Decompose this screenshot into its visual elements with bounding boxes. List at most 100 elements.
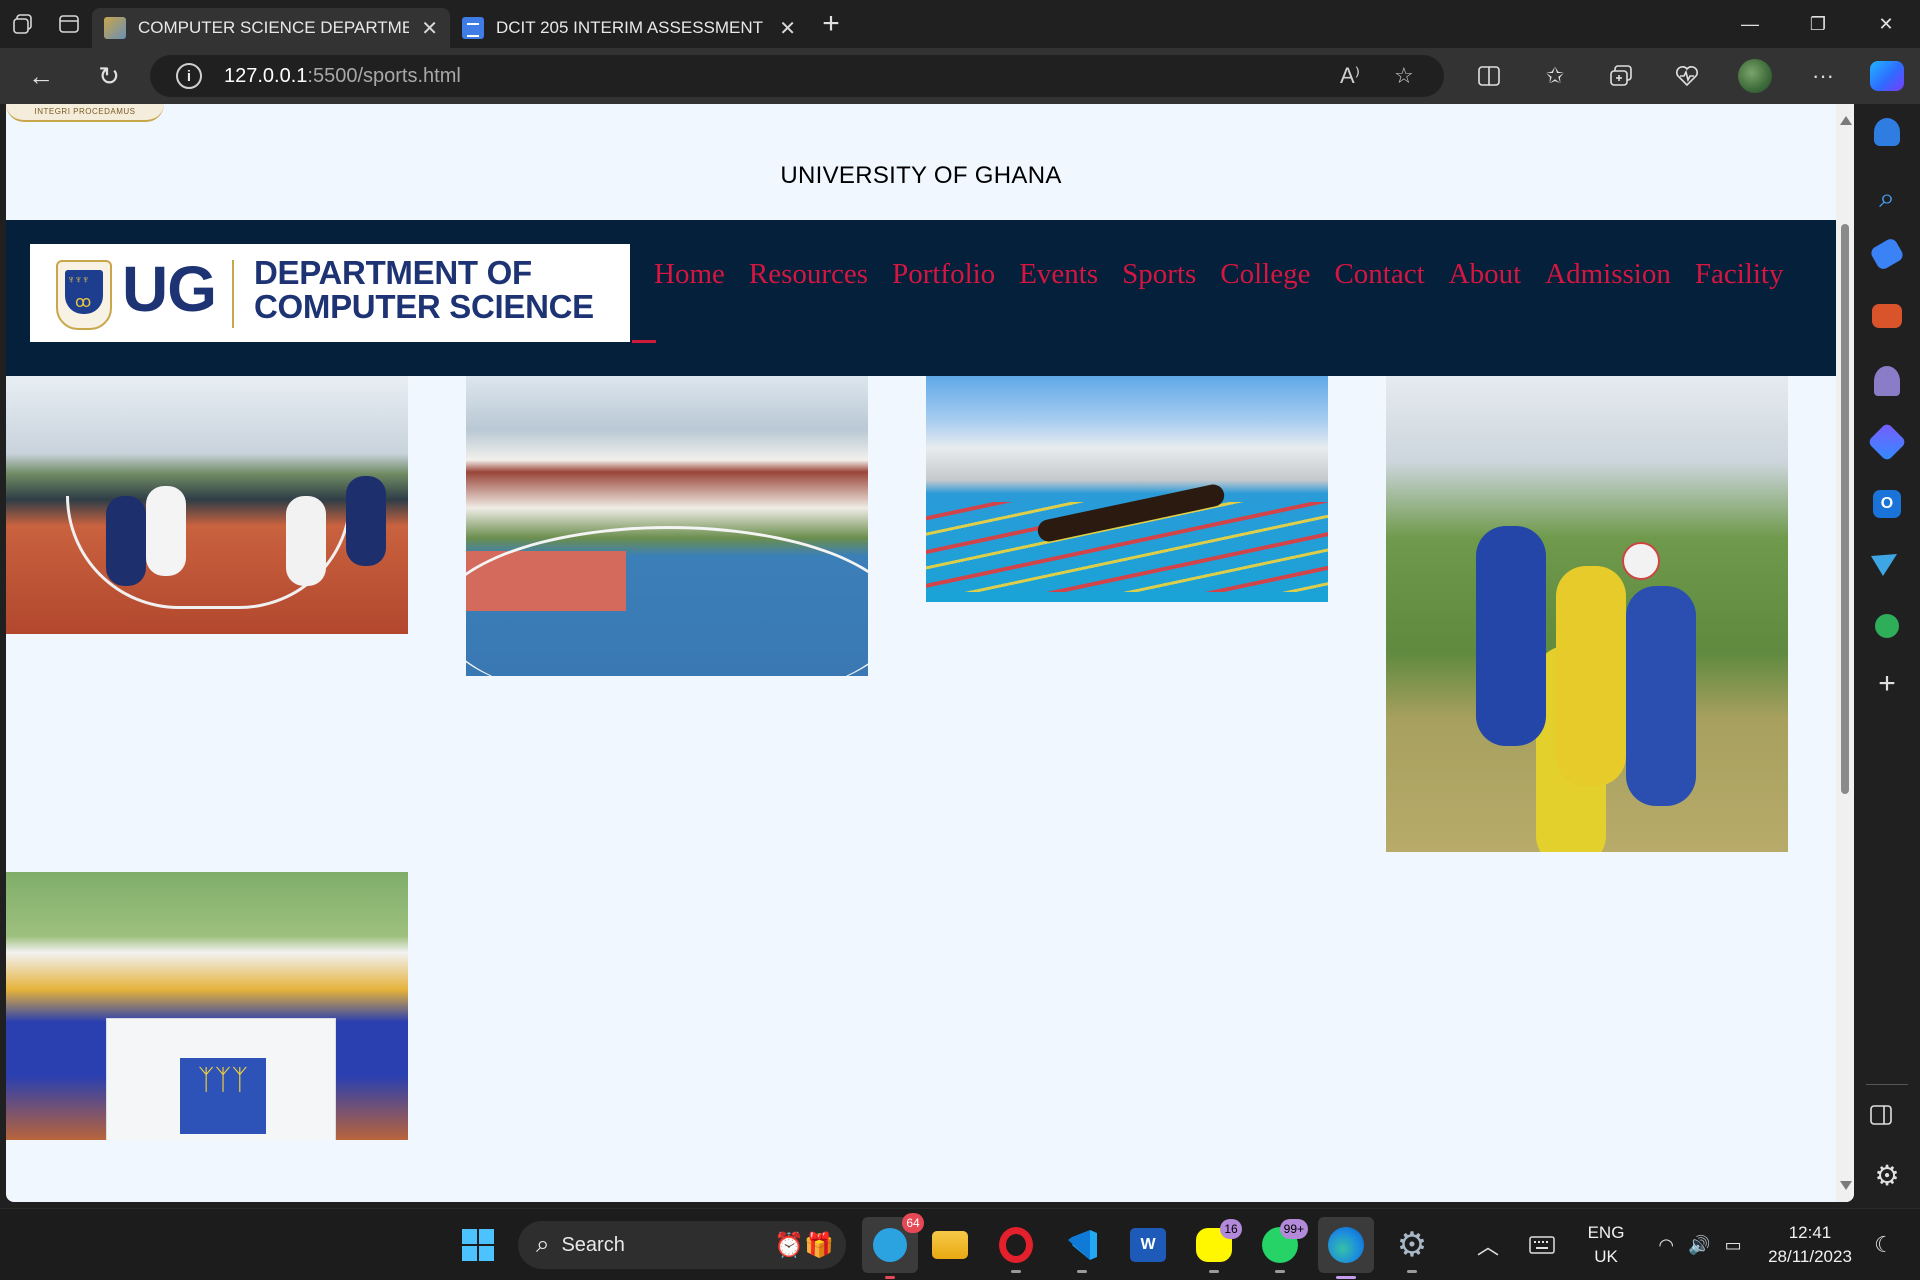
hide-sidebar-icon[interactable] <box>1869 1104 1905 1140</box>
tree-app-icon[interactable] <box>1875 614 1899 638</box>
university-title: UNIVERSITY OF GHANA <box>780 162 1062 189</box>
vertical-scrollbar[interactable] <box>1836 104 1854 1202</box>
close-tab-icon[interactable]: ✕ <box>779 16 796 41</box>
tab-computer-science[interactable]: COMPUTER SCIENCE DEPARTME ✕ <box>92 8 450 48</box>
nav-link-resources[interactable]: Resources <box>749 258 868 291</box>
nav-link-contact[interactable]: Contact <box>1334 258 1424 291</box>
url-host: 127.0.0.1 <box>224 64 308 87</box>
telegram-app[interactable]: 64 <box>862 1213 924 1279</box>
tab-title: COMPUTER SCIENCE DEPARTME <box>138 18 410 37</box>
running-indicator <box>1011 1270 1021 1273</box>
battery-icon: ▭ <box>1724 1234 1742 1255</box>
tools-briefcase-icon[interactable] <box>1872 304 1902 328</box>
sidebar-divider <box>1866 1084 1908 1085</box>
address-toolbar: ← ↻ i 127.0.0.1:5500/sports.html A⁾ ☆ ✩ … <box>0 48 1920 104</box>
touch-keyboard-icon[interactable] <box>1520 1223 1564 1267</box>
nav-link-college[interactable]: College <box>1220 258 1310 291</box>
profile-avatar[interactable] <box>1722 48 1788 104</box>
settings-app[interactable]: ⚙ <box>1390 1223 1434 1273</box>
tab-actions-icon[interactable] <box>46 0 92 48</box>
brand-department: DEPARTMENT OF COMPUTER SCIENCE <box>254 256 594 324</box>
shopping-tag-icon[interactable] <box>1868 236 1906 272</box>
whatsapp-badge: 99+ <box>1279 1219 1308 1239</box>
tab-dcit-205[interactable]: DCIT 205 INTERIM ASSESSMENT ✕ <box>450 8 808 48</box>
word-app[interactable]: W <box>1126 1223 1170 1267</box>
edge-app[interactable] <box>1318 1217 1374 1279</box>
tab-strip: COMPUTER SCIENCE DEPARTME ✕ DCIT 205 INT… <box>0 0 1920 48</box>
wifi-icon: ◠ <box>1658 1234 1675 1255</box>
nav-link-facility[interactable]: Facility <box>1695 258 1784 291</box>
workspaces-icon[interactable] <box>0 0 46 48</box>
nav-link-home[interactable]: Home <box>654 258 725 291</box>
new-tab-icon[interactable]: + <box>808 0 854 48</box>
taskbar-search[interactable]: ⌕ Search ⏰🎁 <box>518 1221 846 1269</box>
nav-link-sports[interactable]: Sports <box>1122 258 1196 291</box>
edge-icon <box>1328 1227 1364 1263</box>
taskbar-search-label: Search <box>561 1233 625 1256</box>
window-controls: — ❐ ✕ <box>1716 0 1920 48</box>
address-field[interactable]: i 127.0.0.1:5500/sports.html A⁾ ☆ <box>150 55 1444 97</box>
favorites-icon[interactable]: ✩ <box>1522 48 1588 104</box>
search-icon[interactable]: ⌕ <box>1869 180 1905 216</box>
nav-link-portfolio[interactable]: Portfolio <box>892 258 995 291</box>
search-highlight-gifts-icon: ⏰🎁 <box>774 1231 834 1259</box>
back-arrow-icon[interactable]: ← <box>8 48 74 104</box>
main-menu: Home Resources Portfolio Events Sports C… <box>654 258 1783 291</box>
nav-link-events[interactable]: Events <box>1019 258 1098 291</box>
quick-settings[interactable]: ◠ 🔊 ▭ <box>1640 1223 1760 1267</box>
notifications-bell-icon[interactable] <box>1874 118 1900 146</box>
close-window-icon[interactable]: ✕ <box>1852 0 1920 48</box>
microsoft-365-icon[interactable] <box>1867 422 1907 462</box>
ug-logo-partial: INTEGRI PROCEDAMUS <box>6 104 164 122</box>
focus-moon-icon[interactable]: ☾ <box>1862 1223 1906 1267</box>
add-sidebar-app-icon[interactable]: + <box>1869 666 1905 702</box>
whatsapp-app[interactable]: 99+ <box>1258 1219 1308 1273</box>
running-indicator <box>1407 1270 1417 1273</box>
read-aloud-icon[interactable]: A⁾ <box>1340 63 1360 89</box>
snapchat-app[interactable]: 16 <box>1192 1219 1242 1273</box>
photo-swimming-race <box>926 376 1328 602</box>
close-tab-icon[interactable]: ✕ <box>421 16 438 41</box>
clock[interactable]: 12:41 28/11/2023 <box>1762 1221 1858 1269</box>
copilot-icon[interactable] <box>1854 48 1920 104</box>
telegram-badge: 64 <box>902 1213 924 1233</box>
windows-taskbar: ⌕ Search ⏰🎁 64 W 16 99+ ⚙ ︿ ENG UK ◠ 🔊 ▭… <box>0 1208 1920 1280</box>
vscode-app[interactable] <box>1060 1223 1104 1273</box>
minimize-icon[interactable]: — <box>1716 0 1784 48</box>
nav-link-admission[interactable]: Admission <box>1545 258 1671 291</box>
opera-app[interactable] <box>994 1223 1038 1273</box>
file-explorer-app[interactable] <box>928 1223 972 1267</box>
ug-crest-icon <box>56 260 112 330</box>
scroll-up-arrow-icon[interactable] <box>1840 116 1852 125</box>
favorite-star-icon[interactable]: ☆ <box>1394 63 1414 89</box>
restore-icon[interactable]: ❐ <box>1784 0 1852 48</box>
scroll-thumb[interactable] <box>1841 224 1849 794</box>
games-icon[interactable] <box>1874 366 1900 396</box>
split-screen-icon[interactable] <box>1456 48 1522 104</box>
keyboard-region: UK <box>1594 1247 1618 1266</box>
volume-icon: 🔊 <box>1688 1234 1711 1255</box>
input-language[interactable]: ENG UK <box>1578 1221 1634 1269</box>
opera-icon <box>999 1227 1033 1263</box>
refresh-icon[interactable]: ↻ <box>76 48 142 104</box>
active-indicator <box>885 1276 895 1279</box>
windows-start-icon[interactable] <box>456 1223 500 1267</box>
running-indicator <box>1209 1270 1219 1273</box>
show-hidden-icons-icon[interactable]: ︿ <box>1466 1223 1510 1267</box>
site-info-icon[interactable]: i <box>176 63 202 89</box>
clock-date: 28/11/2023 <box>1768 1247 1852 1266</box>
settings-more-icon[interactable]: ··· <box>1790 48 1856 104</box>
collections-icon[interactable] <box>1588 48 1654 104</box>
department-logo[interactable]: UG DEPARTMENT OF COMPUTER SCIENCE <box>30 244 630 342</box>
nav-link-about[interactable]: About <box>1449 258 1522 291</box>
word-icon: W <box>1130 1228 1166 1262</box>
browser-essentials-icon[interactable] <box>1654 48 1720 104</box>
brand-line-1: DEPARTMENT OF <box>254 254 532 291</box>
running-indicator <box>1077 1270 1087 1273</box>
tab-title: DCIT 205 INTERIM ASSESSMENT <box>496 18 764 37</box>
photo-football-match <box>1386 376 1788 852</box>
scroll-down-arrow-icon[interactable] <box>1840 1181 1852 1190</box>
send-drop-icon[interactable] <box>1869 552 1905 588</box>
outlook-icon[interactable]: O <box>1873 490 1901 518</box>
sidebar-settings-gear-icon[interactable]: ⚙ <box>1869 1158 1905 1194</box>
